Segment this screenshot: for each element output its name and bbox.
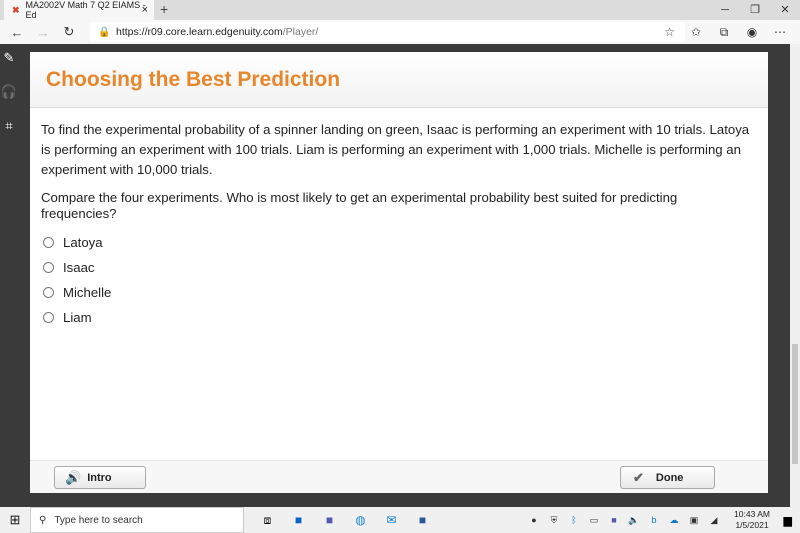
favorites-icon[interactable]: ✩ [682, 20, 710, 44]
tool-sidebar: ✎ 🎧 ⌗ [0, 44, 22, 507]
search-icon: ⚲ [39, 514, 47, 526]
new-tab-button[interactable]: + [160, 1, 168, 17]
system-tray: ● ⛨ ᛒ ▭ ■ 🔈 b ☁ ▣ ◢ 10:43 AM 1/5/2021 [524, 507, 772, 533]
more-menu-icon[interactable]: ⋯ [766, 20, 794, 44]
favorite-star-icon[interactable]: ☆ [664, 25, 675, 39]
close-window-button[interactable]: ✕ [770, 0, 800, 20]
browser-tab[interactable]: ✖ MA2002V Math 7 Q2 EIAMS - Ed × [4, 0, 154, 20]
clock[interactable]: 10:43 AM 1/5/2021 [732, 509, 772, 531]
close-tab-icon[interactable]: × [142, 4, 148, 16]
scrollbar-thumb[interactable] [792, 344, 798, 464]
intro-button[interactable]: 🔊 Intro [54, 466, 146, 489]
done-button[interactable]: ✔ Done [620, 466, 715, 489]
profile-avatar[interactable]: ◉ [738, 20, 766, 44]
radio-button[interactable] [43, 287, 54, 298]
radio-button[interactable] [43, 312, 54, 323]
url-path: /Player/ [282, 26, 319, 38]
page-title: Choosing the Best Prediction [46, 68, 341, 91]
back-button[interactable]: ← [4, 25, 30, 40]
calculator-icon[interactable]: ⌗ [0, 118, 18, 146]
intro-label: Intro [87, 471, 112, 484]
notification-app-icon[interactable]: ▣ [684, 515, 704, 526]
option-label: Liam [63, 309, 92, 325]
restore-button[interactable]: ❐ [740, 0, 770, 20]
clock-time: 10:43 AM [734, 509, 770, 519]
question-prompt: Compare the four experiments. Who is mos… [41, 190, 678, 221]
edge-icon[interactable]: ◍ [345, 513, 376, 528]
option-isaac[interactable]: Isaac [41, 255, 752, 280]
mail-icon[interactable]: ✉ [376, 513, 407, 528]
tab-bar: ✖ MA2002V Math 7 Q2 EIAMS - Ed × + ─ ❐ ✕ [0, 0, 800, 20]
question-passage: To find the experimental probability of … [41, 122, 750, 177]
teams-icon[interactable]: ■ [314, 513, 345, 528]
lock-icon: 🔒 [98, 26, 111, 38]
option-label: Isaac [63, 259, 95, 275]
url-field[interactable]: 🔒 https://r09.core.learn.edgenuity.com/P… [90, 22, 685, 42]
done-label: Done [655, 471, 684, 484]
security-icon[interactable]: ⛨ [544, 515, 564, 526]
bing-icon[interactable]: b [644, 515, 664, 525]
option-label: Latoya [63, 234, 103, 250]
word-icon[interactable]: ■ [407, 513, 438, 528]
radio-button[interactable] [43, 262, 54, 273]
bluetooth-icon[interactable]: ᛒ [564, 515, 584, 525]
teams-tray-icon[interactable]: ■ [604, 515, 624, 525]
volume-icon[interactable]: 🔈 [624, 515, 644, 526]
battery-icon[interactable]: ▭ [584, 515, 604, 526]
option-michelle[interactable]: Michelle [41, 280, 752, 305]
task-view-icon[interactable]: ⧈ [252, 513, 283, 528]
taskbar: ⊞ ⚲ Type here to search ⧈ ■ ■ ◍ ✉ ■ ● ⛨ … [0, 507, 800, 533]
option-liam[interactable]: Liam [41, 305, 752, 330]
headphones-icon[interactable]: 🎧 [0, 84, 18, 112]
clock-date: 1/5/2021 [735, 520, 769, 530]
vpn-icon[interactable]: ● [524, 515, 544, 525]
collections-icon[interactable]: ⧉ [710, 20, 738, 44]
lesson-panel: Choosing the Best Prediction To find the… [30, 52, 768, 493]
checkmark-icon: ✔ [633, 469, 644, 485]
network-icon[interactable]: ◢ [704, 515, 724, 526]
option-label: Michelle [63, 284, 112, 300]
page-scrollbar[interactable] [790, 44, 800, 507]
option-latoya[interactable]: Latoya [41, 230, 752, 255]
forward-button[interactable]: → [30, 25, 56, 40]
taskbar-search[interactable]: ⚲ Type here to search [30, 507, 244, 533]
lesson-header: Choosing the Best Prediction [30, 52, 768, 108]
edgenuity-favicon-icon: ✖ [12, 4, 20, 15]
lesson-footer: 🔊 Intro ✔ Done [30, 460, 768, 493]
search-placeholder: Type here to search [54, 514, 143, 526]
url-host: https://r09.core.learn.edgenuity.com [116, 26, 283, 38]
windows-start-icon[interactable]: ⊞ [0, 512, 30, 528]
onedrive-icon[interactable]: ☁ [664, 515, 684, 526]
answer-options: Latoya Isaac Michelle Liam [41, 230, 752, 330]
speaker-icon: 🔊 [65, 469, 82, 485]
outlook-icon[interactable]: ■ [283, 513, 314, 528]
tab-title: MA2002V Math 7 Q2 EIAMS - Ed [25, 0, 146, 20]
radio-button[interactable] [43, 237, 54, 248]
address-bar-row: ← → ↻ 🔒 https://r09.core.learn.edgenuity… [0, 20, 800, 44]
refresh-button[interactable]: ↻ [56, 24, 82, 40]
action-center-icon[interactable]: ▆ [784, 514, 792, 527]
minimize-button[interactable]: ─ [710, 0, 740, 20]
pencil-icon[interactable]: ✎ [0, 50, 18, 78]
